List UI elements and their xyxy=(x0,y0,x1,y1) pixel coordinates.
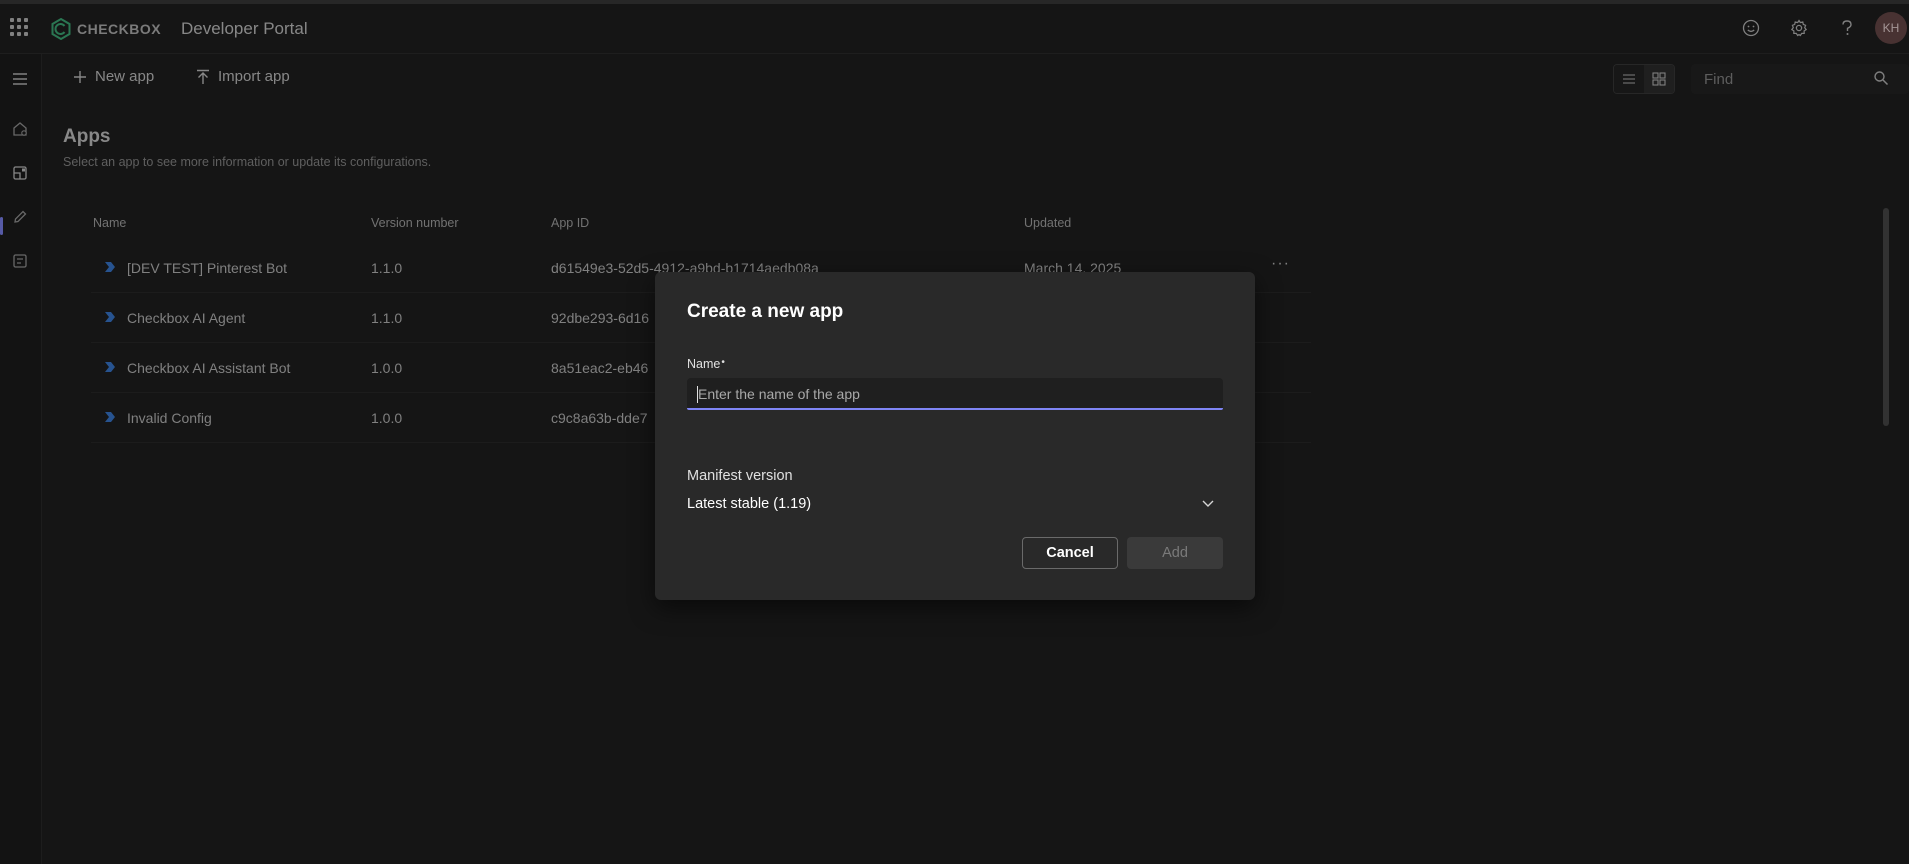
name-field-label: Name• xyxy=(687,357,725,371)
manifest-version-value: Latest stable (1.19) xyxy=(687,496,812,512)
app-name-input[interactable]: Enter the name of the app xyxy=(687,378,1223,410)
dialog-title: Create a new app xyxy=(687,301,844,322)
create-app-dialog: Create a new app Name• Enter the name of… xyxy=(655,272,1255,600)
add-button[interactable]: Add xyxy=(1127,537,1223,569)
app-name-placeholder: Enter the name of the app xyxy=(698,386,860,402)
required-mark: • xyxy=(721,357,725,368)
chevron-down-icon[interactable] xyxy=(1201,496,1215,515)
manifest-version-label: Manifest version xyxy=(687,468,793,484)
name-label-text: Name xyxy=(687,357,721,371)
cancel-button[interactable]: Cancel xyxy=(1022,537,1118,569)
manifest-version-dropdown[interactable]: Latest stable (1.19) xyxy=(687,490,1223,520)
